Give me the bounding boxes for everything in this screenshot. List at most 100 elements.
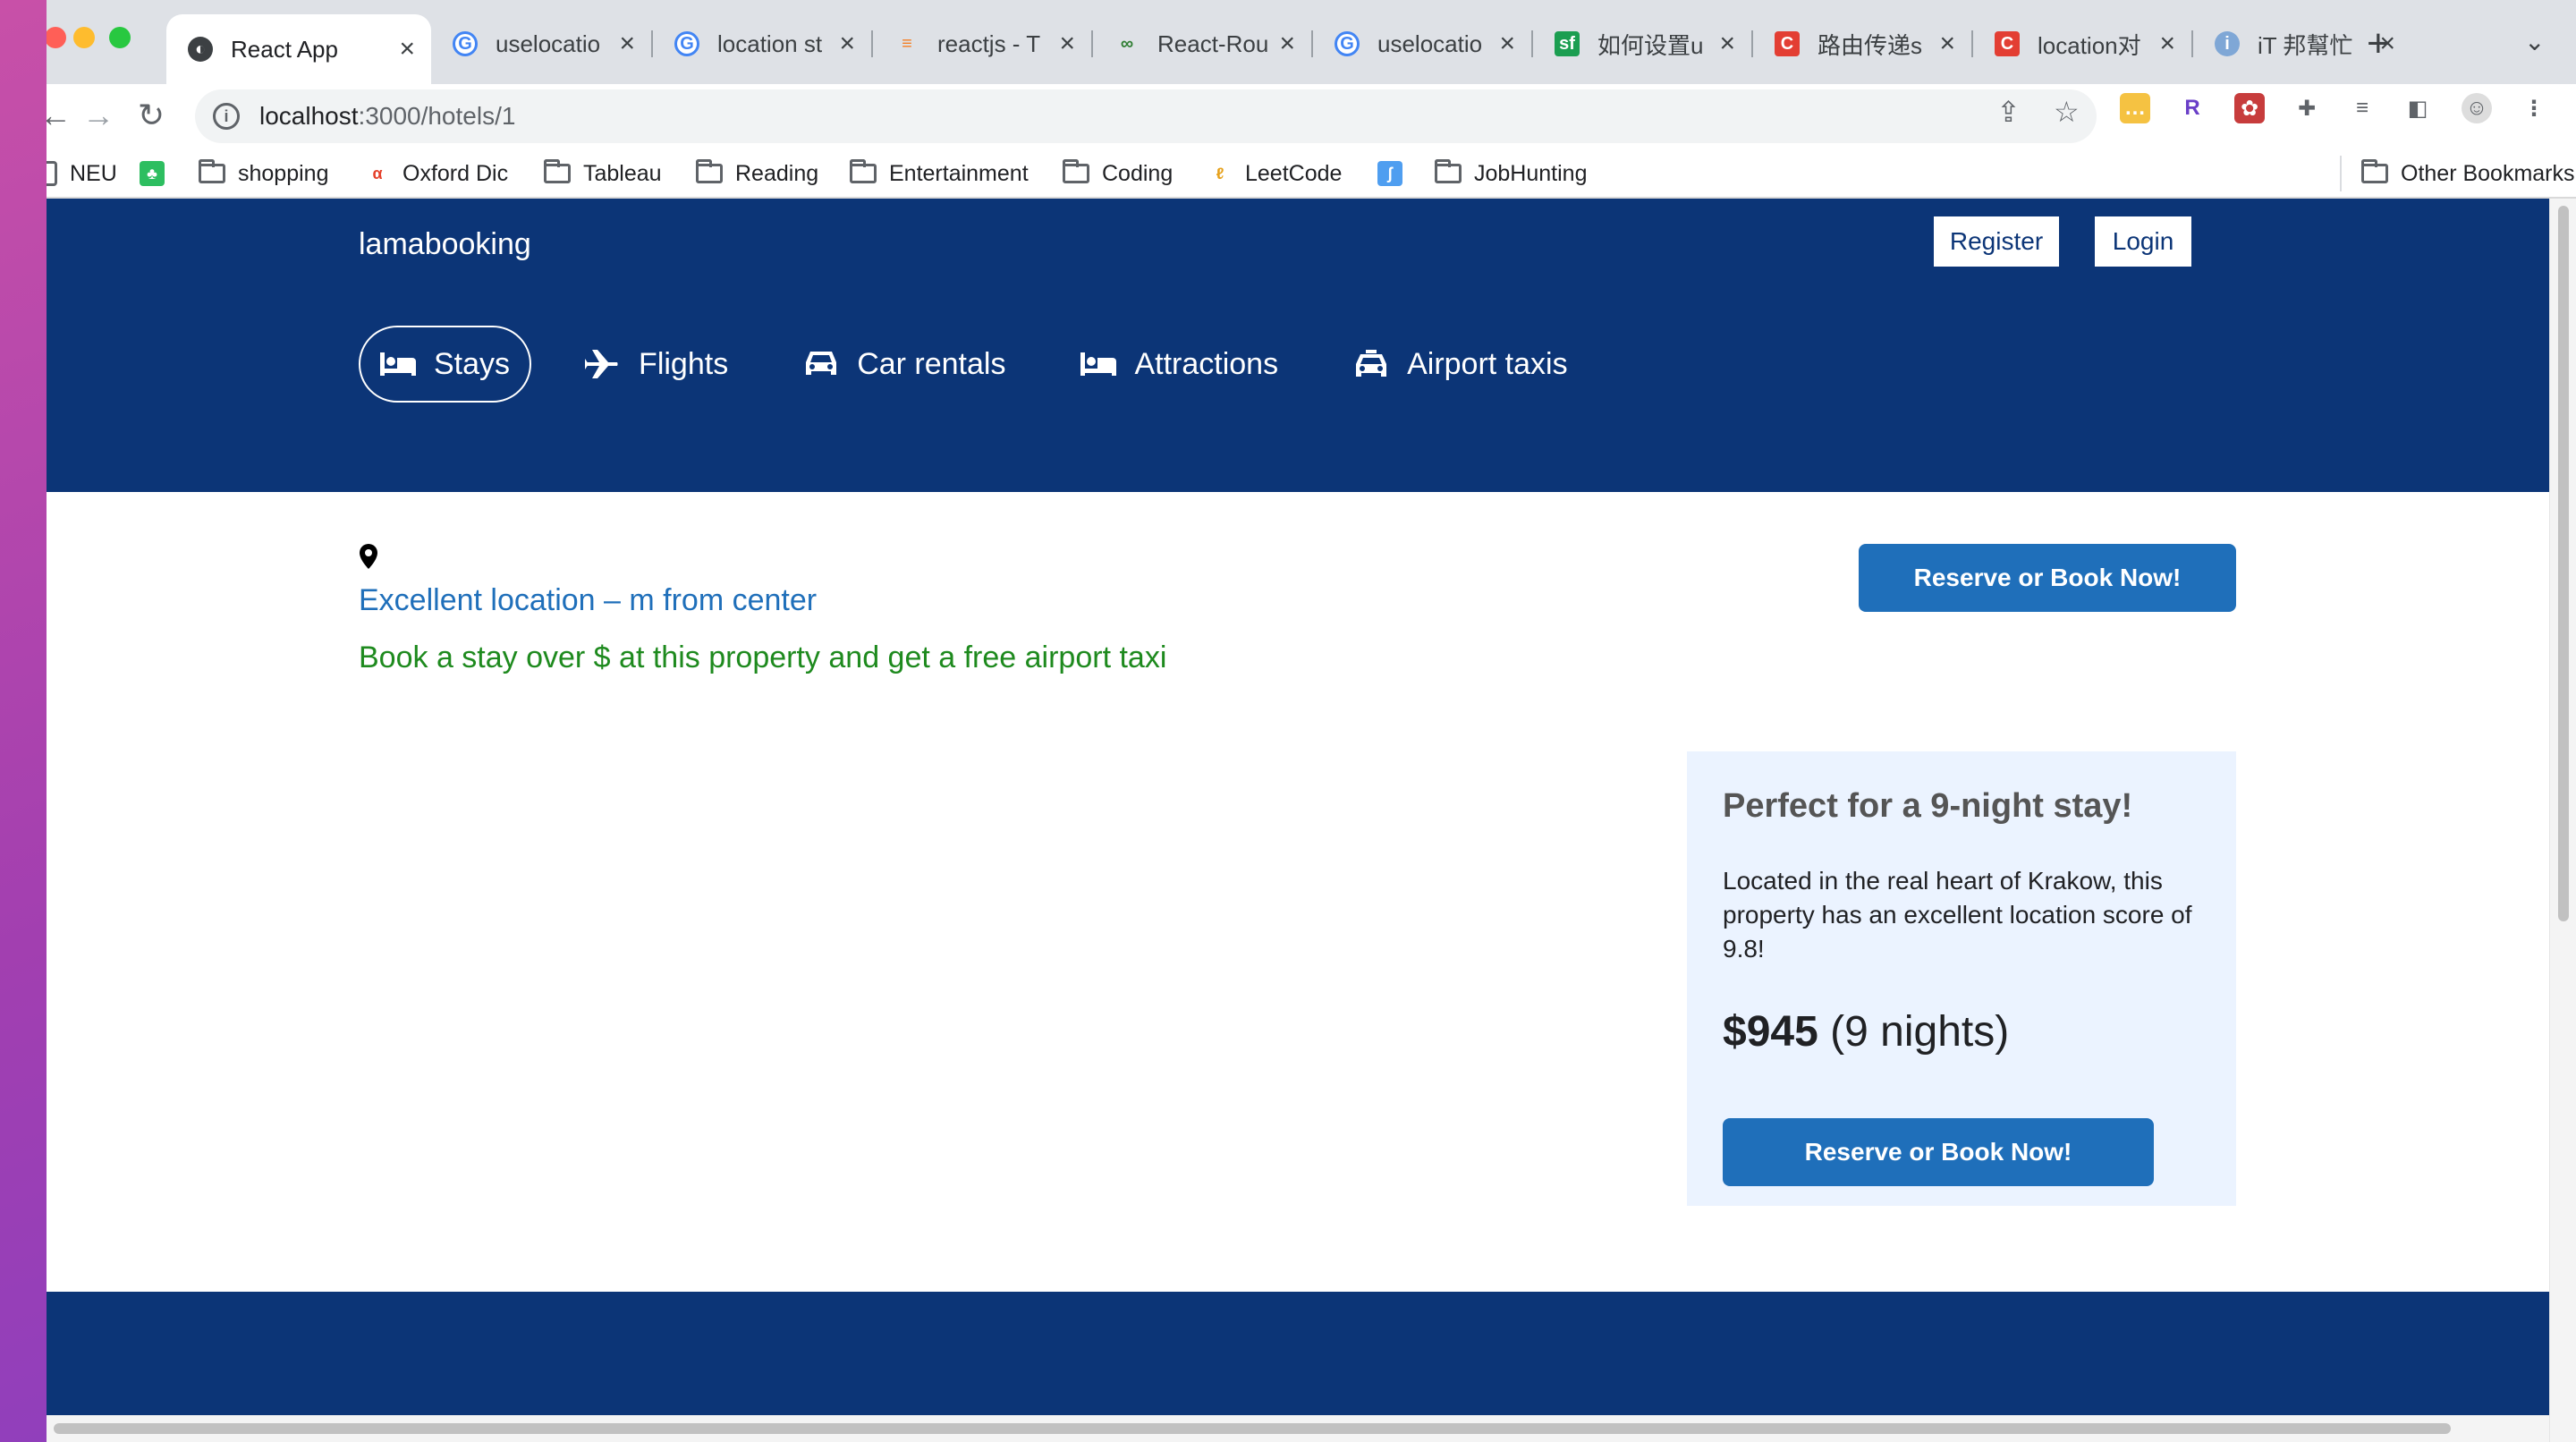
nav-item-attractions[interactable]: Attractions	[1059, 326, 1300, 403]
site-logo[interactable]: lamabooking	[359, 227, 531, 262]
plane-icon	[585, 350, 618, 378]
forward-icon[interactable]: →	[82, 97, 114, 134]
url-host: localhost	[259, 102, 359, 130]
oxford-icon: α	[372, 164, 383, 182]
tab-segmentfault[interactable]: sf 如何设置u ×	[1533, 14, 1751, 73]
close-icon[interactable]: ×	[619, 30, 635, 57]
react-router-icon: ∞	[1120, 33, 1134, 54]
reload-icon[interactable]: ↻	[138, 97, 165, 134]
tab-uselocation-1[interactable]: G uselocatio ×	[431, 14, 651, 73]
folder-icon	[696, 159, 723, 183]
horizontal-scrollbar[interactable]	[47, 1415, 2549, 1442]
tab-csdn-2[interactable]: C location对 ×	[1973, 14, 2191, 73]
app-icon: ʃ	[1377, 161, 1402, 186]
login-button[interactable]: Login	[2095, 216, 2191, 267]
folder-icon	[1435, 159, 1462, 183]
address-bar[interactable]: i localhost:3000/hotels/1	[195, 89, 2097, 143]
new-tab-button[interactable]: +	[2367, 21, 2390, 66]
close-icon[interactable]: ×	[1059, 30, 1075, 57]
tab-react-router[interactable]: ∞ React-Rou ×	[1093, 14, 1311, 73]
bookmark-jobhunting[interactable]: JobHunting	[1435, 156, 1587, 191]
tab-location-state[interactable]: G location st ×	[653, 14, 871, 73]
register-button[interactable]: Register	[1934, 216, 2059, 267]
bookmark-tableau[interactable]: Tableau	[544, 156, 662, 191]
close-icon[interactable]: ×	[839, 30, 855, 57]
bookmark-entertainment[interactable]: Entertainment	[850, 156, 1029, 191]
bookmark-coding[interactable]: Coding	[1063, 156, 1173, 191]
bookmark-shopping[interactable]: shopping	[199, 156, 328, 191]
extension-r-icon[interactable]: R	[2177, 93, 2207, 123]
bookmark-leetcode[interactable]: ℓ LeetCode	[1208, 156, 1343, 191]
taxi-icon	[1356, 350, 1387, 377]
folder-icon	[199, 159, 225, 183]
tab-csdn-1[interactable]: C 路由传递s ×	[1753, 14, 1971, 73]
share-icon[interactable]: ⇪	[1996, 95, 2021, 129]
newsletter-title: Save time, save money!	[941, 1189, 1628, 1257]
stay-summary-card: Perfect for a 9-night stay! Located in t…	[1687, 751, 2236, 1206]
bookmark-oxford[interactable]: α Oxford Dic	[365, 156, 508, 191]
folder-icon	[850, 159, 877, 183]
reserve-button-top[interactable]: Reserve or Book Now!	[1859, 544, 2236, 612]
tab-search-icon[interactable]: ⌄	[2524, 27, 2545, 56]
extensions-puzzle-icon[interactable]: ✚	[2292, 93, 2322, 123]
bookmarks-bar: NEU ♣ shopping α Oxford Dic Tableau Read…	[47, 148, 2576, 199]
price-nights: (9 nights)	[1830, 1008, 2010, 1056]
vertical-scroll-thumb[interactable]	[2558, 206, 2569, 921]
site-header: lamabooking Register Login Stays Flights…	[47, 199, 2549, 492]
nav-item-stays[interactable]: Stays	[359, 326, 532, 403]
segmentfault-icon: sf	[1555, 31, 1580, 56]
vertical-scrollbar[interactable]	[2549, 199, 2576, 1442]
reserve-button-card[interactable]: Reserve or Book Now!	[1723, 1118, 2154, 1186]
stay-card-description: Located in the real heart of Krakow, thi…	[1723, 867, 2192, 963]
bed-icon	[1080, 352, 1117, 376]
bookmark-neu[interactable]: NEU	[47, 156, 117, 191]
close-icon[interactable]: ×	[1279, 30, 1295, 57]
google-icon: G	[453, 31, 478, 56]
nav-item-car-rentals[interactable]: Car rentals	[782, 326, 1027, 403]
category-nav: Stays Flights Car rentals Attractions Ai…	[359, 326, 1622, 403]
folder-icon	[544, 159, 571, 183]
nav-item-airport-taxis[interactable]: Airport taxis	[1332, 326, 1589, 403]
close-icon[interactable]: ×	[2159, 30, 2175, 57]
folder-icon	[1063, 159, 1089, 183]
bookmark-other-bookmarks[interactable]: Other Bookmarks	[2340, 156, 2575, 191]
url-path: :3000/hotels/1	[358, 102, 516, 130]
ithome-icon: i	[2215, 31, 2240, 56]
window-maximize-button[interactable]	[109, 27, 131, 48]
location-distance-text: Excellent location – m from center	[359, 583, 818, 617]
back-icon[interactable]: ←	[47, 97, 72, 134]
nav-item-flights[interactable]: Flights	[564, 326, 750, 403]
extension-3-icon[interactable]: ✿	[2234, 93, 2265, 123]
close-icon[interactable]: ×	[1719, 30, 1735, 57]
google-icon: G	[674, 31, 699, 56]
close-icon[interactable]: ×	[399, 36, 415, 63]
site-info-icon[interactable]: i	[213, 103, 240, 130]
close-icon[interactable]: ×	[1939, 30, 1955, 57]
stay-card-title: Perfect for a 9-night stay!	[1723, 787, 2133, 825]
price-amount: $945	[1723, 1008, 1818, 1056]
tab-uselocation-2[interactable]: G uselocatio ×	[1313, 14, 1531, 73]
csdn-icon: C	[1775, 31, 1800, 56]
tab-reactjs[interactable]: ≡ reactjs - T ×	[873, 14, 1091, 73]
side-panel-icon[interactable]: ◧	[2402, 93, 2433, 123]
close-icon[interactable]: ×	[1499, 30, 1515, 57]
bookmark-star-icon[interactable]: ☆	[2054, 95, 2080, 129]
location-pin-icon	[360, 544, 377, 569]
extension-1-icon[interactable]: …	[2120, 93, 2150, 123]
bookmark-app[interactable]: ʃ	[1377, 156, 1415, 191]
tab-strip: ◐ React App × G uselocatio × G location …	[47, 0, 2576, 84]
media-queue-icon[interactable]: ≡	[2347, 93, 2377, 123]
browser-menu-icon[interactable]: ⋮	[2519, 93, 2549, 123]
window-minimize-button[interactable]	[73, 27, 95, 48]
browser-window: ◐ React App × G uselocatio × G location …	[47, 0, 2576, 1442]
stackoverflow-icon: ≡	[902, 33, 912, 54]
google-icon: G	[1335, 31, 1360, 56]
bookmark-reading[interactable]: Reading	[696, 156, 818, 191]
window-close-button[interactable]	[47, 27, 66, 48]
profile-avatar-icon[interactable]: ☺	[2462, 93, 2492, 123]
horizontal-scroll-thumb[interactable]	[54, 1423, 2451, 1434]
csdn-icon: C	[1995, 31, 2020, 56]
tab-react-app[interactable]: ◐ React App ×	[166, 14, 431, 84]
bookmark-evernote[interactable]: ♣	[140, 156, 177, 191]
evernote-icon: ♣	[140, 161, 165, 186]
